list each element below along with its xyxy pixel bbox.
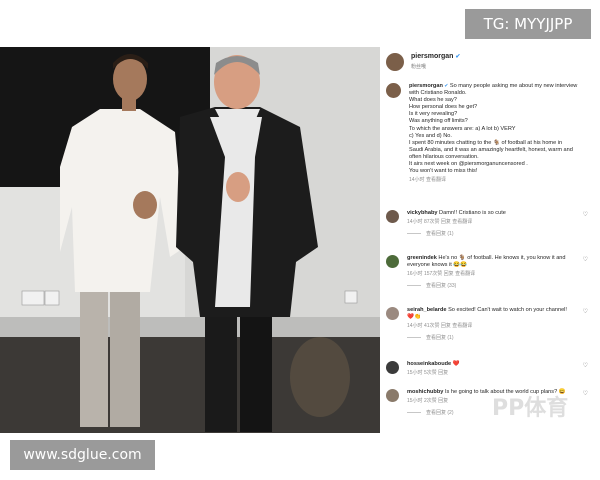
comment-item: hosseinkaboude ❤️ 15小时 5次赞 回复 ♡ [386,361,592,377]
caption-line: Was anything off limits? [409,118,468,125]
heart-icon[interactable]: ♡ [583,308,588,315]
post-photo [0,47,380,433]
comment-body: hosseinkaboude ❤️ 15小时 5次赞 回复 [407,361,575,377]
view-replies-text[interactable]: 查看回复 (2) [426,410,454,416]
comment-username[interactable]: hosseinkaboude [407,361,451,367]
caption-line: How personal does he get? [409,104,478,111]
watermark-bottom: www.sdglue.com [10,440,155,470]
comment-username[interactable]: vickybhaby [407,210,437,216]
heart-icon[interactable]: ♡ [583,211,588,218]
header-subtitle: 粉丝哦 [411,64,427,70]
comment-username[interactable]: seirah_belarde [407,307,447,313]
comment-username[interactable]: moshichubby [407,389,443,395]
view-replies-text[interactable]: 查看回复 (33) [426,283,456,289]
watermark-top: TG: MYYJJPP [465,9,591,39]
comment-item: greenindek He's no 🐐 of football. He kno… [386,255,592,290]
caption-line: You won't want to miss this! [409,168,478,175]
caption-verified-icon: ✔ [442,83,450,89]
comment-body: seirah_belarde So excited! Can't wait to… [407,307,575,342]
comment-avatar[interactable] [386,255,399,268]
caption-line: It airs next week on @piersmorganuncenso… [409,161,528,168]
caption-username[interactable]: piersmorgan [409,83,443,89]
comment-meta[interactable]: 14小时 87次赞 回复 查看翻译 [407,219,575,226]
author-username-text[interactable]: piersmorgan [411,53,453,60]
comment-body: vickybhaby Damn!! Cristiano is so cute 1… [407,210,575,238]
view-replies[interactable]: 查看回复 (1) [407,335,575,342]
caption-line: Is it very revealing? [409,111,458,118]
comment-username[interactable]: greenindek [407,255,437,261]
comment-text: Damn!! Cristiano is so cute [439,210,506,216]
comment-meta[interactable]: 14小时 41次赞 回复 查看翻译 [407,323,575,330]
caption-body: piersmorgan ✔ So many people asking me a… [409,83,591,184]
comment-body: greenindek He's no 🐐 of football. He kno… [407,255,575,290]
comment-avatar[interactable] [386,307,399,320]
view-replies[interactable]: 查看回复 (1) [407,231,575,238]
heart-icon[interactable]: ♡ [583,362,588,369]
heart-icon[interactable]: ♡ [583,390,588,397]
comment-meta[interactable]: 15小时 5次赞 回复 [407,370,575,377]
view-replies-text[interactable]: 查看回复 (1) [426,231,454,237]
comment-avatar[interactable] [386,361,399,374]
view-replies[interactable]: 查看回复 (33) [407,283,575,290]
comment-item: vickybhaby Damn!! Cristiano is so cute 1… [386,210,592,238]
heart-icon[interactable]: ♡ [583,256,588,263]
comment-item: seirah_belarde So excited! Can't wait to… [386,307,592,342]
post-caption: piersmorgan ✔ So many people asking me a… [386,83,591,184]
caption-meta[interactable]: 14小时 查看翻译 [409,177,591,184]
verified-badge-icon: ✔ [455,54,461,60]
caption-line: To which the answers are: a) A lot b) VE… [409,125,516,132]
comments-panel: piersmorgan ✔ 粉丝哦 piersmorgan ✔ So many p… [380,47,600,433]
caption-line: c) Yes and d) No. [409,132,452,139]
comment-text: ❤️ [452,361,460,367]
comment-avatar[interactable] [386,389,399,402]
author-username[interactable]: piersmorgan ✔ [411,53,460,60]
caption-line: with Cristiano Ronaldo. [409,90,467,97]
caption-line: So many people asking me about my new in… [449,83,578,89]
comment-meta[interactable]: 16小时 157次赞 回复 查看翻译 [407,271,575,278]
caption-line: Saudi Arabia, and it was an amazingly he… [409,146,573,153]
caption-line: What does he say? [409,97,457,104]
photo-illustration [0,47,380,433]
author-avatar[interactable] [386,53,404,71]
caption-line: I spent 80 minutes chatting to the 🐐 of … [409,139,563,146]
caption-avatar[interactable] [386,83,401,98]
view-replies-text[interactable]: 查看回复 (1) [426,335,454,341]
pp-sports-logo: PP体育 [492,396,569,421]
comment-avatar[interactable] [386,210,399,223]
caption-line: often hilarious conversation. [409,153,479,160]
